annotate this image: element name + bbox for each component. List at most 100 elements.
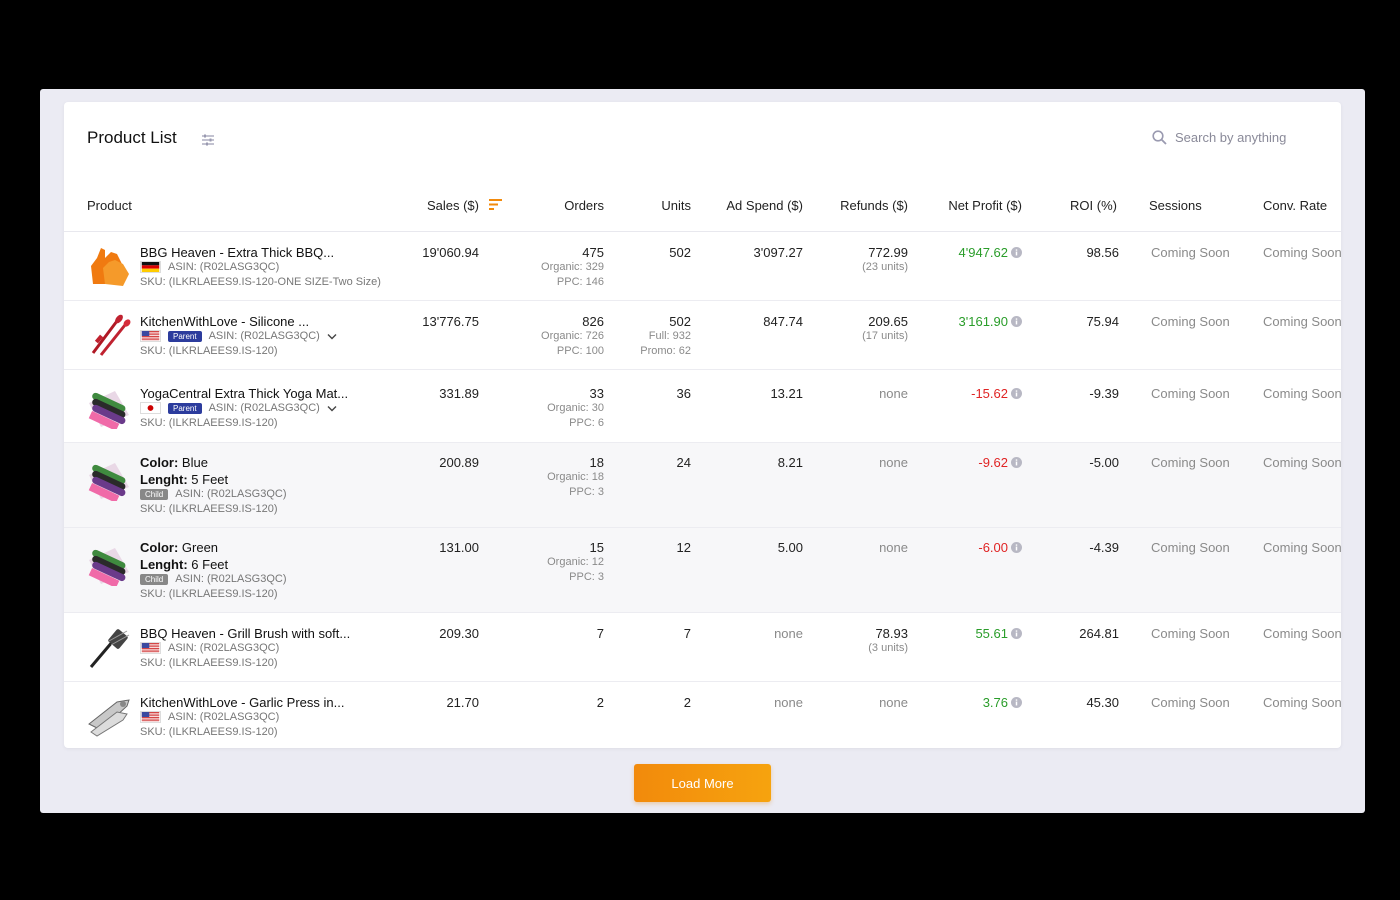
column-header-sessions[interactable]: Sessions bbox=[1149, 198, 1202, 213]
table-row[interactable]: Color: Blue Lenght: 5 Feet Child ASIN: (… bbox=[64, 443, 1341, 528]
units-value: 24 bbox=[676, 455, 691, 470]
ad-spend-value: 5.00 bbox=[777, 540, 803, 555]
sales-value: 13'776.75 bbox=[422, 314, 479, 329]
variant-color-label: Color: bbox=[140, 455, 179, 470]
orders-organic: Organic: 30 bbox=[547, 402, 604, 414]
units-promo: Promo: 62 bbox=[640, 345, 691, 357]
load-more-button[interactable]: Load More bbox=[634, 764, 771, 802]
product-sku: SKU: (ILKRLAEES9.IS-120) bbox=[140, 588, 278, 600]
sessions-value: Coming Soon bbox=[1151, 386, 1230, 401]
product-name[interactable]: KitchenWithLove - Silicone ... bbox=[140, 314, 309, 329]
column-header-roi[interactable]: ROI (%) bbox=[1054, 198, 1117, 213]
table-row[interactable]: BBG Heaven - Extra Thick BBQ... ASIN: (R… bbox=[64, 232, 1341, 301]
variant-color: Color: Blue bbox=[140, 455, 208, 470]
japan-flag-icon bbox=[140, 402, 161, 414]
roi-value: -5.00 bbox=[1089, 455, 1119, 470]
product-sku: SKU: (ILKRLAEES9.IS-120) bbox=[140, 503, 278, 515]
product-asin-line: Parent ASIN: (R02LASG3QC) bbox=[140, 330, 337, 342]
page-title: Product List bbox=[87, 128, 177, 147]
net-profit-value: -6.00 bbox=[978, 540, 1008, 555]
filter-settings-icon[interactable] bbox=[201, 133, 215, 147]
column-header-conv-rate[interactable]: Conv. Rate bbox=[1263, 198, 1327, 213]
orders-ppc: PPC: 100 bbox=[556, 345, 604, 357]
units-value: 502 bbox=[669, 314, 691, 329]
conv-rate-value: Coming Soon bbox=[1263, 695, 1341, 710]
product-name[interactable]: BBQ Heaven - Grill Brush with soft... bbox=[140, 626, 350, 641]
orders-ppc: PPC: 3 bbox=[569, 486, 604, 498]
net-profit-cell: 3.76 bbox=[924, 695, 1022, 710]
info-icon[interactable] bbox=[1011, 457, 1022, 468]
sessions-value: Coming Soon bbox=[1151, 314, 1230, 329]
orders-organic: Organic: 18 bbox=[547, 471, 604, 483]
product-thumbnail-yoga-mat bbox=[87, 385, 131, 429]
search-input[interactable] bbox=[1175, 130, 1313, 145]
refunds-units: (23 units) bbox=[862, 261, 908, 273]
refunds-value: none bbox=[879, 455, 908, 470]
product-asin-line: ASIN: (R02LASG3QC) bbox=[140, 261, 279, 273]
column-header-ad-spend[interactable]: Ad Spend ($) bbox=[704, 198, 803, 213]
chevron-down-icon[interactable] bbox=[327, 333, 337, 340]
net-profit-value: -15.62 bbox=[971, 386, 1008, 401]
search-icon bbox=[1152, 130, 1167, 145]
roi-value: 98.56 bbox=[1086, 245, 1119, 260]
sort-icon[interactable] bbox=[489, 199, 502, 210]
column-header-sales[interactable]: Sales ($) bbox=[394, 198, 479, 213]
variant-length-label: Lenght: bbox=[140, 557, 188, 572]
table-row[interactable]: BBQ Heaven - Grill Brush with soft... AS… bbox=[64, 613, 1341, 682]
ad-spend-value: 3'097.27 bbox=[753, 245, 803, 260]
orders-organic: Organic: 726 bbox=[541, 330, 604, 342]
variant-length-value: 6 Feet bbox=[191, 557, 229, 572]
refunds-value: 209.65 bbox=[868, 314, 908, 329]
product-asin: ASIN: (R02LASG3QC) bbox=[168, 711, 280, 723]
column-header-refunds[interactable]: Refunds ($) bbox=[814, 198, 908, 213]
column-header-orders[interactable]: Orders bbox=[534, 198, 604, 213]
net-profit-cell: -9.62 bbox=[924, 455, 1022, 470]
product-name[interactable]: BBG Heaven - Extra Thick BBQ... bbox=[140, 245, 334, 260]
conv-rate-value: Coming Soon bbox=[1263, 245, 1341, 260]
sessions-value: Coming Soon bbox=[1151, 245, 1230, 260]
net-profit-cell: 3'161.90 bbox=[924, 314, 1022, 329]
product-name[interactable]: KitchenWithLove - Garlic Press in... bbox=[140, 695, 344, 710]
ad-spend-value: none bbox=[774, 626, 803, 641]
info-icon[interactable] bbox=[1011, 247, 1022, 258]
orders-ppc: PPC: 146 bbox=[556, 276, 604, 288]
refunds-value: 772.99 bbox=[868, 245, 908, 260]
table-row[interactable]: KitchenWithLove - Silicone ... Parent AS… bbox=[64, 301, 1341, 370]
table-row[interactable]: Color: Green Lenght: 6 Feet Child ASIN: … bbox=[64, 528, 1341, 613]
table-row[interactable]: KitchenWithLove - Garlic Press in... ASI… bbox=[64, 682, 1341, 748]
search-box bbox=[1152, 130, 1313, 145]
column-header-units[interactable]: Units bbox=[634, 198, 691, 213]
ad-spend-value: 8.21 bbox=[777, 455, 803, 470]
table-row[interactable]: YogaCentral Extra Thick Yoga Mat... Pare… bbox=[64, 370, 1341, 443]
product-sku: SKU: (ILKRLAEES9.IS-120) bbox=[140, 345, 278, 357]
ad-spend-value: 13.21 bbox=[770, 386, 803, 401]
roi-value: 264.81 bbox=[1079, 626, 1119, 641]
info-icon[interactable] bbox=[1011, 388, 1022, 399]
net-profit-cell: -15.62 bbox=[924, 386, 1022, 401]
conv-rate-value: Coming Soon bbox=[1263, 455, 1341, 470]
conv-rate-value: Coming Soon bbox=[1263, 314, 1341, 329]
column-header-product[interactable]: Product bbox=[87, 198, 132, 213]
units-value: 7 bbox=[683, 626, 691, 641]
info-icon[interactable] bbox=[1011, 628, 1022, 639]
refunds-units: (3 units) bbox=[868, 642, 908, 654]
sessions-value: Coming Soon bbox=[1151, 626, 1230, 641]
roi-value: -4.39 bbox=[1089, 540, 1119, 555]
info-icon[interactable] bbox=[1011, 542, 1022, 553]
app-frame: Product List Product Sales ($) bbox=[40, 89, 1365, 813]
info-icon[interactable] bbox=[1011, 316, 1022, 327]
column-header-net-profit[interactable]: Net Profit ($) bbox=[924, 198, 1022, 213]
product-name[interactable]: YogaCentral Extra Thick Yoga Mat... bbox=[140, 386, 348, 401]
chevron-down-icon[interactable] bbox=[327, 405, 337, 412]
product-thumbnail-spatulas bbox=[91, 314, 131, 356]
product-thumbnail-gloves bbox=[91, 248, 129, 286]
product-asin: ASIN: (R02LASG3QC) bbox=[208, 402, 320, 414]
child-badge: Child bbox=[140, 573, 169, 585]
refunds-value: none bbox=[879, 695, 908, 710]
refunds-value: none bbox=[879, 386, 908, 401]
sales-value: 331.89 bbox=[439, 386, 479, 401]
parent-badge: Parent bbox=[168, 330, 202, 342]
info-icon[interactable] bbox=[1011, 697, 1022, 708]
variant-color-value: Green bbox=[181, 540, 219, 555]
net-profit-value: -9.62 bbox=[978, 455, 1008, 470]
